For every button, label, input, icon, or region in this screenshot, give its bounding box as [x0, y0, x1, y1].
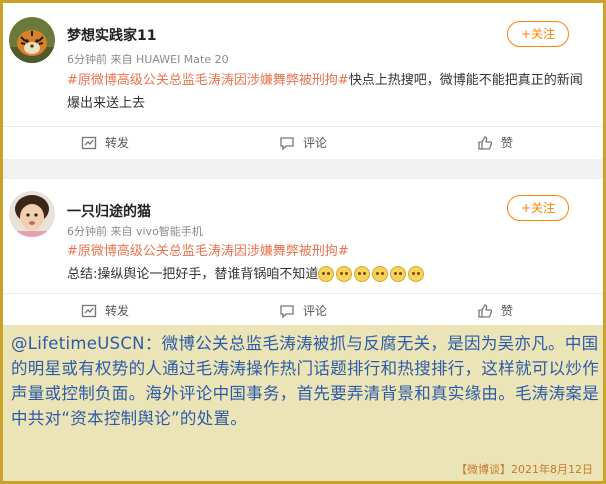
- follow-button[interactable]: +关注: [507, 195, 569, 221]
- screenshot-frame: 梦想实践家11 6分钟前 来自 HUAWEI Mate 20 +关注 #原微博高…: [3, 3, 603, 481]
- commentary-text: @LifetimeUSCN：微博公关总监毛涛涛被抓与反腐无关，是因为吴亦凡。中国…: [11, 334, 599, 428]
- source-footer: 【微博谈】2021年8月12日: [456, 463, 593, 476]
- weibo-post: 梦想实践家11 6分钟前 来自 HUAWEI Mate 20 +关注 #原微博高…: [3, 3, 603, 159]
- thumbs-up-icon: [478, 136, 493, 150]
- hashtag-link[interactable]: #原微博高级公关总监毛涛涛因涉嫌舞弊被刑拘#: [67, 73, 349, 88]
- username[interactable]: 梦想实践家11: [67, 25, 156, 45]
- post-body: #原微博高级公关总监毛涛涛因涉嫌舞弊被刑拘# 总结:操纵舆论一把好手，替谁背锅咱…: [67, 240, 595, 290]
- post-body: #原微博高级公关总监毛涛涛因涉嫌舞弊被刑拘#快点上热搜吧，微博能不能把真正的新闻…: [67, 69, 595, 115]
- post-separator: [3, 159, 603, 179]
- comment-button[interactable]: 评论: [279, 295, 339, 327]
- username[interactable]: 一只归途的猫: [67, 201, 151, 221]
- repost-button[interactable]: 转发: [81, 127, 141, 159]
- weibo-post: 一只归途的猫 6分钟前 来自 vivo智能手机 +关注 #原微博高级公关总监毛涛…: [3, 179, 603, 325]
- post-meta: 6分钟前 来自 vivo智能手机: [67, 225, 203, 238]
- repost-button[interactable]: 转发: [81, 295, 141, 327]
- like-label: 赞: [501, 304, 514, 318]
- tiger-avatar-icon: [9, 17, 55, 63]
- comment-label: 评论: [303, 136, 328, 150]
- repost-label: 转发: [105, 136, 130, 150]
- commentary-panel: @LifetimeUSCN：微博公关总监毛涛涛被抓与反腐无关，是因为吴亦凡。中国…: [3, 325, 603, 481]
- sad-face-emoji-icon: [336, 266, 353, 282]
- post-actions: 转发 评论 赞: [3, 295, 603, 327]
- sad-face-emoji-icon: [372, 266, 389, 282]
- like-button[interactable]: 赞: [477, 127, 537, 159]
- comment-button[interactable]: 评论: [279, 127, 339, 159]
- repost-label: 转发: [105, 304, 130, 318]
- thumbs-up-icon: [478, 304, 493, 318]
- avatar[interactable]: [9, 191, 55, 237]
- child-avatar-icon: [9, 191, 55, 237]
- comment-label: 评论: [303, 304, 328, 318]
- sad-face-emoji-icon: [390, 266, 407, 282]
- post-meta: 6分钟前 来自 HUAWEI Mate 20: [67, 53, 229, 66]
- emoji-group: [318, 266, 426, 290]
- sad-face-emoji-icon: [354, 266, 371, 282]
- post-actions: 转发 评论 赞: [3, 127, 603, 159]
- like-label: 赞: [501, 136, 514, 150]
- hashtag-link[interactable]: #原微博高级公关总监毛涛涛因涉嫌舞弊被刑拘#: [67, 244, 349, 259]
- repost-icon: [81, 304, 97, 318]
- divider: [3, 293, 603, 294]
- sad-face-emoji-icon: [408, 266, 425, 282]
- follow-button[interactable]: +关注: [507, 21, 569, 47]
- avatar[interactable]: [9, 17, 55, 63]
- sad-face-emoji-icon: [318, 266, 335, 282]
- comment-icon: [280, 305, 294, 319]
- post-text: 总结:操纵舆论一把好手，替谁背锅咱不知道: [67, 267, 319, 282]
- like-button[interactable]: 赞: [477, 295, 537, 327]
- repost-icon: [81, 136, 97, 150]
- comment-icon: [280, 137, 294, 151]
